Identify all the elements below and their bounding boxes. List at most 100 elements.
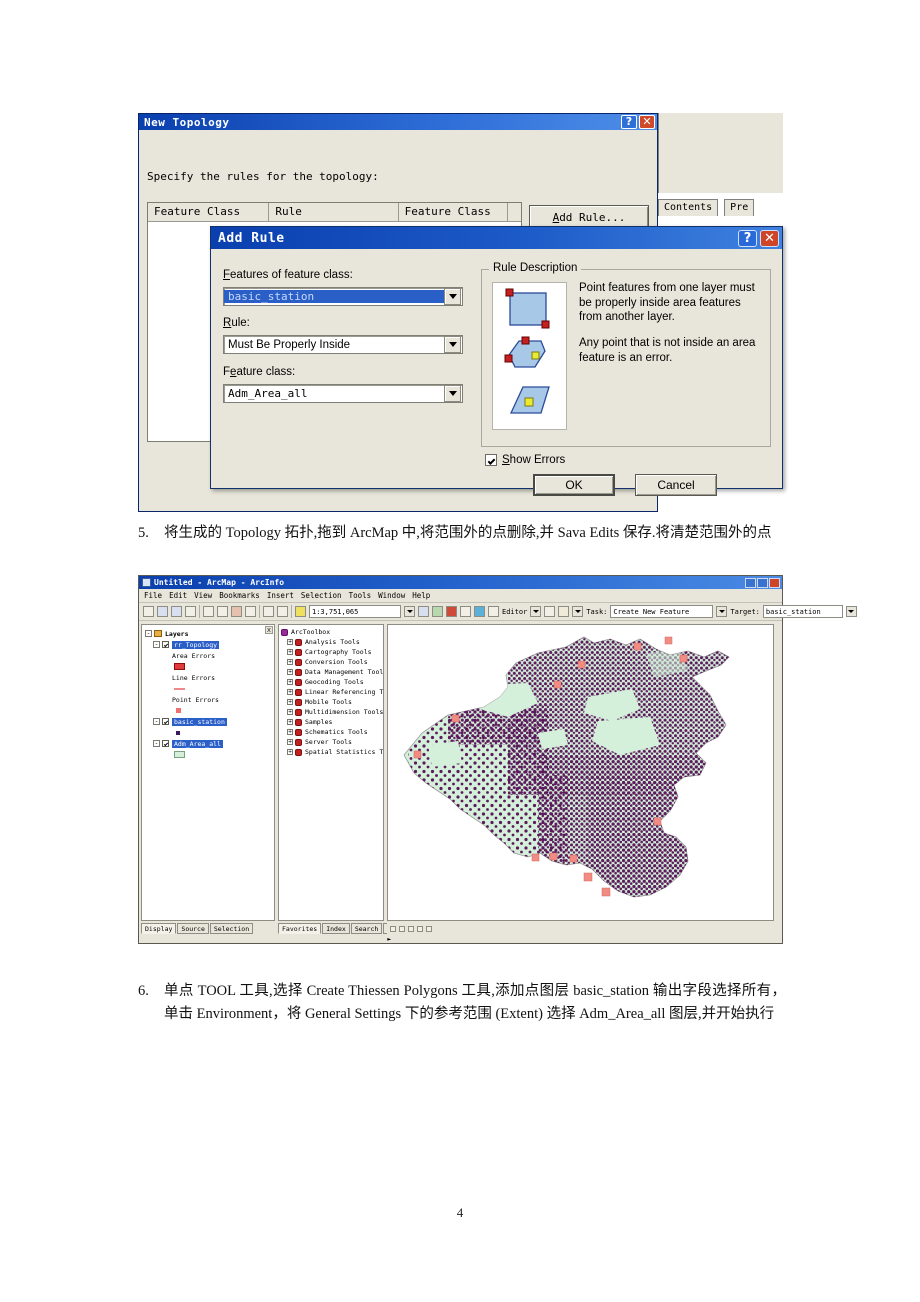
column-rule[interactable]: Rule [269, 203, 399, 222]
show-toolbox-icon[interactable] [446, 606, 457, 617]
data-view-icon[interactable] [390, 926, 396, 932]
chevron-down-icon[interactable] [444, 385, 461, 402]
collapse-icon[interactable]: - [145, 630, 152, 637]
help-icon[interactable]: ? [738, 229, 757, 247]
toc-swatch-basic-station[interactable] [142, 727, 274, 738]
table-of-contents-panel[interactable]: x - Layers - rr_Topology Area Errors Lin… [141, 624, 275, 921]
arctoolbox-panel[interactable]: ArcToolbox + Analysis Tools + Cartograph… [278, 624, 384, 921]
menu-window[interactable]: Window [378, 591, 405, 600]
feature-class-combo[interactable]: Adm_Area_all [223, 384, 463, 403]
menu-file[interactable]: File [144, 591, 162, 600]
new-document-icon[interactable] [143, 606, 154, 617]
toolbox-item-analysis[interactable]: + Analysis Tools [279, 637, 383, 647]
paste-icon[interactable] [231, 606, 242, 617]
cut-icon[interactable] [203, 606, 214, 617]
arctoolbox-icon[interactable] [432, 606, 443, 617]
expand-icon[interactable]: + [287, 709, 293, 715]
expand-icon[interactable]: + [287, 739, 293, 745]
toc-layer-rr-topology[interactable]: - rr_Topology [142, 639, 274, 650]
chevron-down-icon[interactable] [572, 606, 584, 617]
toolbox-item-multidimension[interactable]: + Multidimension Tools [279, 707, 383, 717]
tab-search[interactable]: Search [350, 923, 383, 934]
menu-edit[interactable]: Edit [169, 591, 187, 600]
redo-icon[interactable] [277, 606, 288, 617]
expand-icon[interactable]: + [287, 639, 293, 645]
toolbox-item-geocoding[interactable]: + Geocoding Tools [279, 677, 383, 687]
features-of-feature-class-combo[interactable]: basic_station [223, 287, 463, 306]
help-icon[interactable]: ? [621, 115, 637, 129]
toolbox-root[interactable]: ArcToolbox [279, 627, 383, 637]
model-builder-icon[interactable] [474, 606, 485, 617]
rule-combo[interactable]: Must Be Properly Inside [223, 335, 463, 354]
print-icon[interactable] [185, 606, 196, 617]
tab-selection[interactable]: Selection [209, 923, 254, 934]
tab-index[interactable]: Index [322, 923, 350, 934]
toc-swatch-adm-area-all[interactable] [142, 749, 274, 760]
pause-drawing-icon[interactable] [417, 926, 423, 932]
tab-favorites[interactable]: Favorites [278, 923, 322, 934]
expand-icon[interactable]: + [287, 649, 293, 655]
chevron-down-icon[interactable] [444, 336, 461, 353]
arcmap-titlebar[interactable]: Untitled - ArcMap - ArcInfo [139, 576, 782, 589]
delete-icon[interactable] [245, 606, 256, 617]
layer-visibility-checkbox[interactable] [162, 740, 169, 747]
layer-visibility-checkbox[interactable] [162, 718, 169, 725]
menu-selection[interactable]: Selection [301, 591, 342, 600]
menu-help[interactable]: Help [412, 591, 430, 600]
toolbox-item-server[interactable]: + Server Tools [279, 737, 383, 747]
chevron-down-icon[interactable] [716, 606, 728, 617]
add-rule-titlebar[interactable]: Add Rule ? ✕ [211, 227, 782, 249]
ok-button[interactable]: OK [533, 474, 615, 496]
chevron-down-icon[interactable] [845, 606, 857, 617]
toolbox-item-conversion[interactable]: + Conversion Tools [279, 657, 383, 667]
toc-layer-adm-area-all[interactable]: - Adm_Area_all [142, 738, 274, 749]
toc-swatch-line-errors[interactable] [142, 683, 274, 694]
toc-symbol-point-errors[interactable]: Point Errors [142, 694, 274, 705]
show-errors-checkbox-row[interactable]: Show Errors [485, 454, 565, 466]
show-errors-checkbox[interactable] [485, 454, 497, 466]
expand-icon[interactable]: + [287, 659, 293, 665]
menu-insert[interactable]: Insert [267, 591, 294, 600]
toc-symbol-area-errors[interactable]: Area Errors [142, 650, 274, 661]
copy-icon[interactable] [217, 606, 228, 617]
layout-view-icon[interactable] [460, 606, 471, 617]
close-icon[interactable]: x [265, 626, 273, 634]
target-combo[interactable]: basic_station [762, 605, 843, 618]
tab-contents[interactable]: Contents [658, 199, 719, 216]
collapse-icon[interactable]: - [153, 641, 160, 648]
chevron-down-icon[interactable] [530, 606, 542, 617]
editor-menu-label[interactable]: Editor [502, 608, 527, 616]
toolbox-item-mobile[interactable]: + Mobile Tools [279, 697, 383, 707]
refresh-icon[interactable] [408, 926, 414, 932]
add-data-icon[interactable] [295, 606, 306, 617]
expand-icon[interactable]: + [287, 699, 293, 705]
open-document-icon[interactable] [157, 606, 168, 617]
close-icon[interactable]: ✕ [639, 115, 655, 129]
toc-root-layers[interactable]: - Layers [142, 628, 274, 639]
whats-this-icon[interactable] [488, 606, 499, 617]
map-scale-combo[interactable]: 1:3,751,065 [309, 605, 401, 618]
cancel-button[interactable]: Cancel [635, 474, 717, 496]
menu-tools[interactable]: Tools [349, 591, 372, 600]
toc-swatch-point-errors[interactable] [142, 705, 274, 716]
tab-source[interactable]: Source [177, 923, 209, 934]
minimize-icon[interactable] [745, 577, 756, 588]
collapse-icon[interactable]: - [153, 740, 160, 747]
close-icon[interactable]: ✕ [760, 229, 779, 247]
editor-toolbar-icon[interactable] [418, 606, 429, 617]
menu-view[interactable]: View [194, 591, 212, 600]
expand-icon[interactable]: + [287, 669, 293, 675]
toolbox-item-samples[interactable]: + Samples [279, 717, 383, 727]
map-canvas[interactable] [388, 625, 774, 921]
column-extra[interactable] [508, 203, 521, 222]
toolbox-item-linear-referencing[interactable]: + Linear Referencing Tools [279, 687, 383, 697]
tab-preview[interactable]: Pre [724, 199, 755, 216]
task-combo[interactable]: Create New Feature [610, 605, 714, 618]
layer-visibility-checkbox[interactable] [162, 641, 169, 648]
edit-tool-icon[interactable] [544, 606, 556, 617]
new-topology-titlebar[interactable]: New Topology ? ✕ [139, 114, 657, 130]
scroll-left-icon[interactable] [426, 926, 432, 932]
maximize-icon[interactable] [757, 577, 768, 588]
expand-icon[interactable]: + [287, 689, 293, 695]
toc-symbol-line-errors[interactable]: Line Errors [142, 672, 274, 683]
